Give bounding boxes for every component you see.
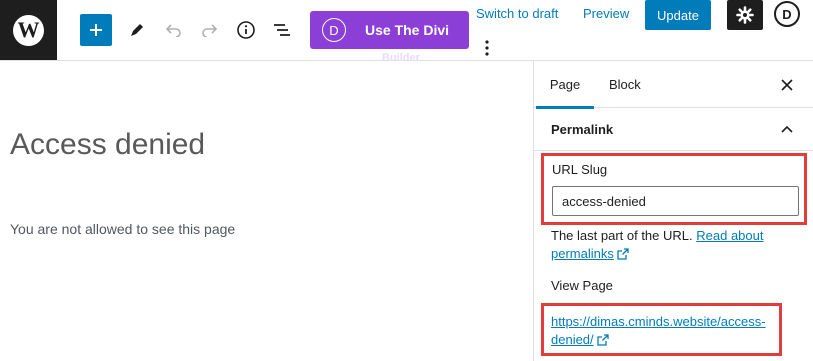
divi-icon-button[interactable]: D: [774, 1, 800, 27]
paragraph-block[interactable]: You are not allowed to see this page: [10, 221, 235, 237]
post-title[interactable]: Access denied: [10, 128, 205, 162]
url-slug-highlight: [541, 153, 807, 225]
view-page-highlight: [541, 303, 782, 356]
divi-button-overflow-text: Builder: [382, 52, 420, 64]
tools-button[interactable]: [121, 14, 153, 46]
list-view-icon: [274, 24, 290, 36]
redo-icon: [202, 24, 218, 37]
more-options-button[interactable]: [480, 38, 494, 58]
close-icon: [781, 79, 793, 91]
details-button[interactable]: [230, 14, 262, 46]
block-inserter-button[interactable]: [80, 14, 112, 46]
close-sidebar-button[interactable]: [777, 75, 797, 95]
sidebar-tabs: Page Block: [534, 61, 813, 109]
preview-button[interactable]: Preview: [583, 6, 629, 21]
gear-icon: [736, 6, 754, 24]
divi-logo-icon: D: [322, 18, 346, 42]
chevron-up-icon: [781, 125, 793, 133]
undo-icon: [165, 24, 181, 37]
update-button[interactable]: Update: [645, 0, 711, 30]
undo-button[interactable]: [158, 14, 190, 46]
use-divi-builder-button[interactable]: D Use The Divi: [310, 11, 469, 49]
wordpress-logo-icon[interactable]: W: [0, 0, 57, 60]
permalink-panel-title: Permalink: [551, 122, 614, 137]
view-page-label: View Page: [551, 278, 613, 293]
vertical-ellipsis-icon: [485, 40, 489, 56]
block-editor: W D Use The Divi Builder Switch to draft…: [0, 0, 813, 361]
info-icon: [237, 21, 255, 39]
redo-button[interactable]: [193, 14, 225, 46]
tab-page[interactable]: Page: [536, 61, 594, 109]
list-view-button[interactable]: [266, 14, 298, 46]
tab-block[interactable]: Block: [609, 61, 641, 108]
permalink-panel-header[interactable]: Permalink: [534, 109, 813, 151]
switch-to-draft-button[interactable]: Switch to draft: [476, 6, 558, 21]
divi-button-label: Use The Divi: [365, 22, 450, 38]
settings-button[interactable]: [727, 0, 763, 30]
pencil-icon: [131, 24, 143, 36]
editor-header: W D Use The Divi Builder Switch to draft…: [0, 0, 813, 64]
permalink-help-text: The last part of the URL. Read about per…: [551, 228, 764, 261]
external-link-icon: [617, 248, 629, 260]
plus-icon: [90, 24, 102, 36]
